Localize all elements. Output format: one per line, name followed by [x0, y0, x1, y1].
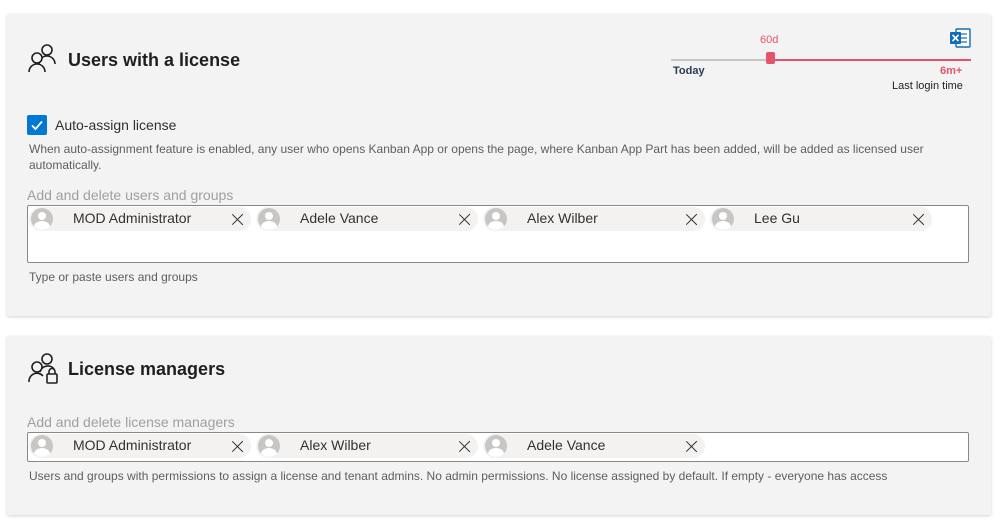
- avatar: [31, 435, 53, 457]
- slider-max-label: 6m+: [940, 65, 963, 77]
- section-title: License managers: [68, 359, 226, 379]
- avatar: [31, 208, 53, 230]
- checkmark-icon: [31, 120, 43, 131]
- users-icon: [27, 42, 59, 79]
- chip-name: Adele Vance: [527, 437, 606, 453]
- remove-icon[interactable]: [231, 440, 244, 453]
- avatar: [485, 208, 507, 230]
- users-with-license-card: Users with a license 60d Today 6m+ Last …: [7, 14, 991, 316]
- auto-assign-description: When auto-assignment feature is enabled,…: [29, 142, 924, 172]
- auto-assign-label[interactable]: Auto-assign license: [55, 117, 176, 133]
- license-managers-card: License managers Add and delete license …: [7, 336, 991, 515]
- avatar: [258, 435, 280, 457]
- chip-name: Alex Wilber: [300, 437, 371, 453]
- users-picker-helper: Type or paste users and groups: [29, 270, 198, 284]
- remove-icon[interactable]: [685, 213, 698, 226]
- chip-name: Lee Gu: [754, 210, 800, 226]
- chip-name: MOD Administrator: [73, 437, 192, 453]
- section-title: Users with a license: [68, 50, 241, 70]
- remove-icon[interactable]: [912, 213, 925, 226]
- slider-fill: [771, 59, 971, 61]
- remove-icon[interactable]: [231, 213, 244, 226]
- users-picker-label: Add and delete users and groups: [27, 187, 234, 203]
- remove-icon[interactable]: [685, 440, 698, 453]
- managers-picker-label: Add and delete license managers: [27, 414, 235, 430]
- chip-name: MOD Administrator: [73, 210, 192, 226]
- avatar: [485, 435, 507, 457]
- chip-name: Alex Wilber: [527, 210, 598, 226]
- remove-icon[interactable]: [458, 440, 471, 453]
- managers-picker-helper: Users and groups with permissions to ass…: [29, 469, 888, 483]
- slider-min-label: Today: [673, 65, 705, 77]
- user-chip[interactable]: Alex Wilber: [256, 434, 478, 458]
- user-chip[interactable]: MOD Administrator: [29, 207, 251, 231]
- remove-icon[interactable]: [458, 213, 471, 226]
- slider-caption: Last login time: [892, 80, 963, 92]
- auto-assign-checkbox[interactable]: [27, 115, 47, 135]
- slider-thumb[interactable]: [766, 52, 775, 64]
- managers-people-picker[interactable]: MOD Administrator Alex Wilber Adele Vanc…: [27, 432, 969, 462]
- excel-export-icon[interactable]: [949, 28, 971, 53]
- user-lock-icon: [27, 351, 61, 390]
- user-chip[interactable]: Adele Vance: [256, 207, 478, 231]
- avatar: [712, 208, 734, 230]
- chip-name: Adele Vance: [300, 210, 379, 226]
- user-chip[interactable]: Adele Vance: [483, 434, 705, 458]
- user-chip[interactable]: Lee Gu: [710, 207, 932, 231]
- users-people-picker[interactable]: MOD Administrator Adele Vance Alex Wilbe…: [27, 205, 969, 263]
- avatar: [258, 208, 280, 230]
- user-chip[interactable]: Alex Wilber: [483, 207, 705, 231]
- user-chip[interactable]: MOD Administrator: [29, 434, 251, 458]
- slider-value-label: 60d: [760, 34, 779, 46]
